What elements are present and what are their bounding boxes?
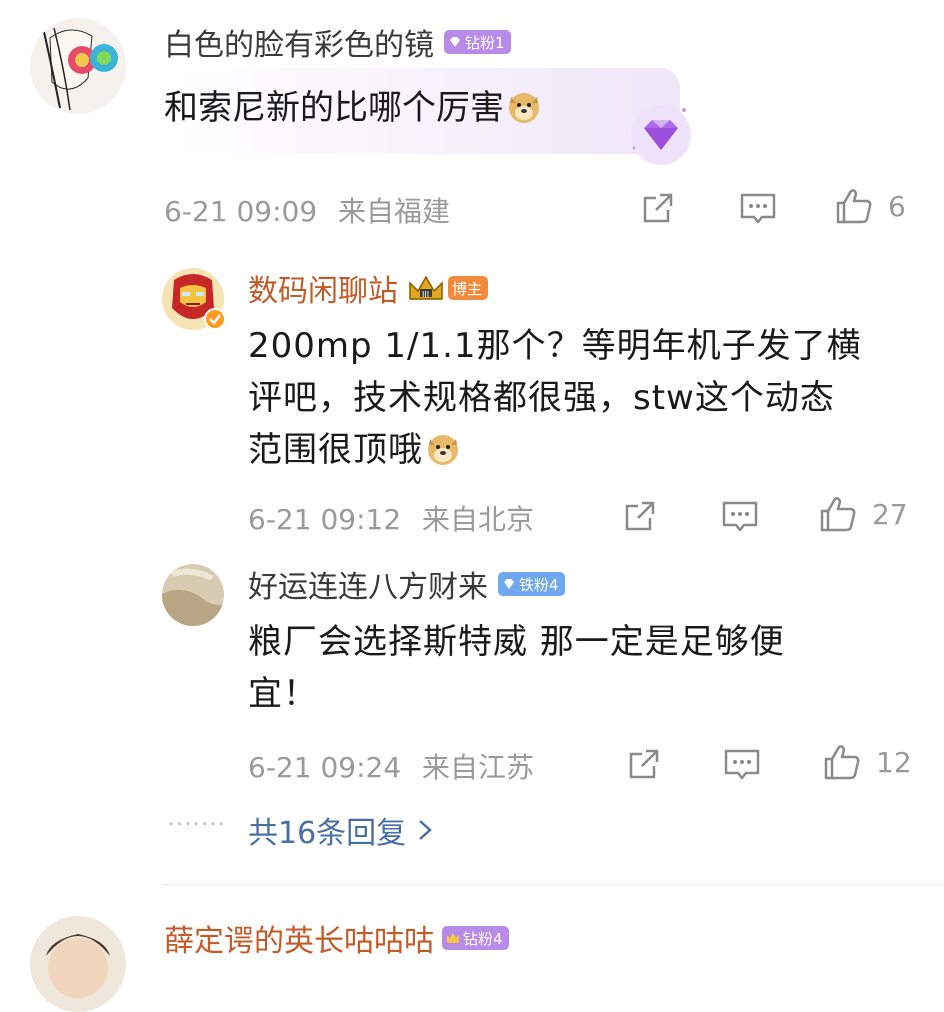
badge-label: 钻粉4 xyxy=(463,929,503,948)
chevron-right-icon xyxy=(419,820,433,840)
like-button[interactable]: 12 xyxy=(822,742,912,782)
more-replies-dots: ······· xyxy=(168,812,227,836)
comment-line: 粮厂会选择斯特威 那一定是足够便 xyxy=(248,622,785,662)
username[interactable]: 数码闲聊站 xyxy=(248,266,398,310)
comment-text: 和索尼新的比哪个厉害 xyxy=(164,82,542,134)
comment-text-content: 和索尼新的比哪个厉害 xyxy=(164,88,504,128)
diamond-icon xyxy=(450,37,460,47)
comment-line: 宜！ xyxy=(248,674,318,714)
crown-icon: III xyxy=(409,275,443,300)
diamond-fan-decoration-icon xyxy=(631,105,691,165)
fan-badge: 钻粉1 xyxy=(444,30,511,54)
like-count: 27 xyxy=(872,497,908,531)
badge-label: 铁粉4 xyxy=(519,575,559,594)
comment-text: 200mp 1/1.1那个？等明年机子发了横 评吧，技术规格都很强，stw这个动… xyxy=(248,320,928,476)
badge-label: 钻粉1 xyxy=(465,33,505,52)
fan-badge: 钻粉4 xyxy=(442,926,509,950)
username[interactable]: 薛定谔的英长咕咕咕 xyxy=(164,916,434,960)
diamond-icon xyxy=(504,579,514,589)
comment-text: 粮厂会选择斯特威 那一定是足够便 宜！ xyxy=(248,616,928,720)
comment-icon[interactable] xyxy=(720,498,760,534)
comment-line: 评吧，技术规格都很强，stw这个动态 xyxy=(248,378,835,418)
verified-icon xyxy=(204,308,226,330)
timestamp: 6-21 09:09 xyxy=(164,195,318,228)
avatar[interactable] xyxy=(162,564,224,626)
comment-line: 200mp 1/1.1那个？等明年机子发了横 xyxy=(248,326,862,366)
doge-emoji-icon xyxy=(509,93,539,123)
fan-badge: 铁粉4 xyxy=(498,572,565,596)
avatar-image xyxy=(30,916,126,1012)
share-icon[interactable] xyxy=(626,746,662,782)
timestamp: 6-21 09:24 xyxy=(248,751,402,784)
avatar-image xyxy=(162,564,224,626)
avatar[interactable] xyxy=(30,18,126,114)
like-count: 12 xyxy=(876,745,912,779)
doge-emoji-icon xyxy=(428,435,458,465)
thumbs-up-icon xyxy=(820,497,856,532)
share-icon[interactable] xyxy=(622,498,658,534)
like-button[interactable]: 27 xyxy=(818,494,908,534)
location: 来自福建 xyxy=(338,195,451,228)
replies-count-label: 共16条回复 xyxy=(248,816,407,851)
comment-icon[interactable] xyxy=(738,190,778,226)
badge-label: 博主 xyxy=(452,279,483,298)
timestamp: 6-21 09:12 xyxy=(248,503,402,536)
like-button[interactable]: 6 xyxy=(834,186,906,226)
view-replies-link[interactable]: 共16条回复 xyxy=(248,808,434,852)
comment-line: 范围很顶哦 xyxy=(248,430,423,470)
location: 来自北京 xyxy=(422,503,535,536)
divider xyxy=(162,884,944,885)
like-count: 6 xyxy=(888,189,906,223)
location: 来自江苏 xyxy=(422,751,535,784)
comment-icon[interactable] xyxy=(722,746,762,782)
username[interactable]: 好运连连八方财来 xyxy=(248,562,488,606)
username[interactable]: 白色的脸有彩色的镜 xyxy=(164,20,434,64)
blogger-badge: 博主 xyxy=(448,276,489,300)
avatar[interactable] xyxy=(30,916,126,1012)
share-icon[interactable] xyxy=(640,190,676,226)
thumbs-up-icon xyxy=(836,189,872,224)
thumbs-up-icon xyxy=(824,745,860,780)
avatar-image xyxy=(30,18,126,114)
svg-text:III: III xyxy=(422,290,429,299)
crown-icon xyxy=(447,933,459,943)
